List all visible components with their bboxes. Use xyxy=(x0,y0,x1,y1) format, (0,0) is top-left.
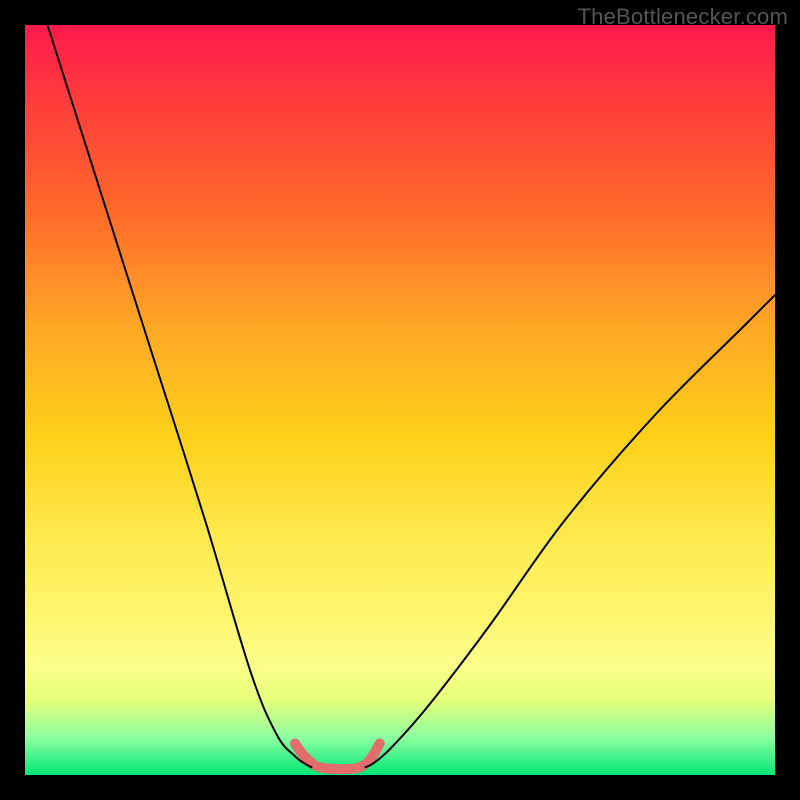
curve-layer xyxy=(25,25,775,775)
right-curve-path xyxy=(365,295,775,768)
chart-stage: TheBottlenecker.com xyxy=(0,0,800,800)
left-curve-path xyxy=(48,25,313,768)
plot-area xyxy=(25,25,775,775)
